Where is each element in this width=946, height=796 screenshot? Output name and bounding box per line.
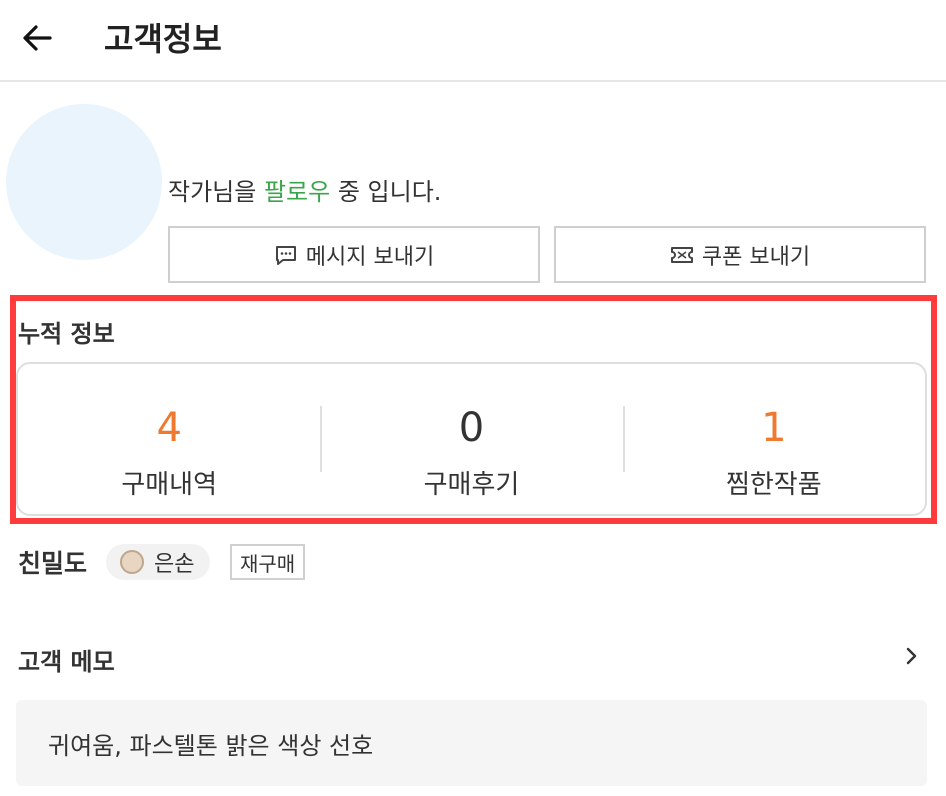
intimacy-label: 친밀도 [18, 549, 88, 578]
chevron-right-icon[interactable] [902, 644, 922, 668]
stat-label: 구매후기 [423, 470, 520, 500]
stat-value: 0 [458, 405, 485, 451]
send-message-button[interactable]: 메시지 보내기 [168, 226, 540, 283]
accumulated-stats-card: 4 구매내역 0 구매후기 1 찜한작품 [16, 362, 927, 516]
send-message-label: 메시지 보내기 [305, 244, 435, 270]
customer-memo-title: 고객 메모 [18, 648, 115, 676]
intimacy-level-badge: 은손 [106, 544, 211, 580]
repurchase-tag: 재구매 [230, 544, 306, 580]
avatar [6, 104, 162, 260]
stat-label: 구매내역 [121, 470, 217, 500]
stat-purchase-history[interactable]: 4 구매내역 [18, 364, 320, 514]
accumulated-info-title: 누적 정보 [18, 320, 115, 348]
coupon-icon [670, 246, 693, 263]
send-coupon-button[interactable]: 쿠폰 보내기 [554, 226, 926, 283]
app-header: 고객정보 [0, 0, 946, 82]
follow-prefix: 작가님을 [168, 178, 264, 206]
stat-value: 1 [761, 405, 787, 451]
back-button[interactable] [18, 18, 58, 58]
chat-icon [275, 245, 296, 265]
stat-value: 4 [156, 405, 182, 451]
stat-label: 찜한작품 [725, 470, 822, 500]
stat-purchase-reviews[interactable]: 0 구매후기 [320, 364, 622, 514]
intimacy-level-text: 은손 [154, 552, 195, 577]
stat-favorited-works[interactable]: 1 찜한작품 [622, 364, 925, 514]
customer-memo-content[interactable]: 귀여움, 파스텔톤 밝은 색상 선호 [16, 700, 927, 786]
page-title: 고객정보 [104, 20, 222, 58]
follow-status-text: 작가님을 팔로우 중 입니다. [168, 172, 441, 207]
hand-icon [120, 550, 144, 574]
send-coupon-label: 쿠폰 보내기 [701, 244, 811, 270]
follow-suffix: 중 입니다. [330, 178, 442, 206]
follow-accent: 팔로우 [263, 178, 331, 206]
arrow-left-icon [23, 25, 52, 51]
